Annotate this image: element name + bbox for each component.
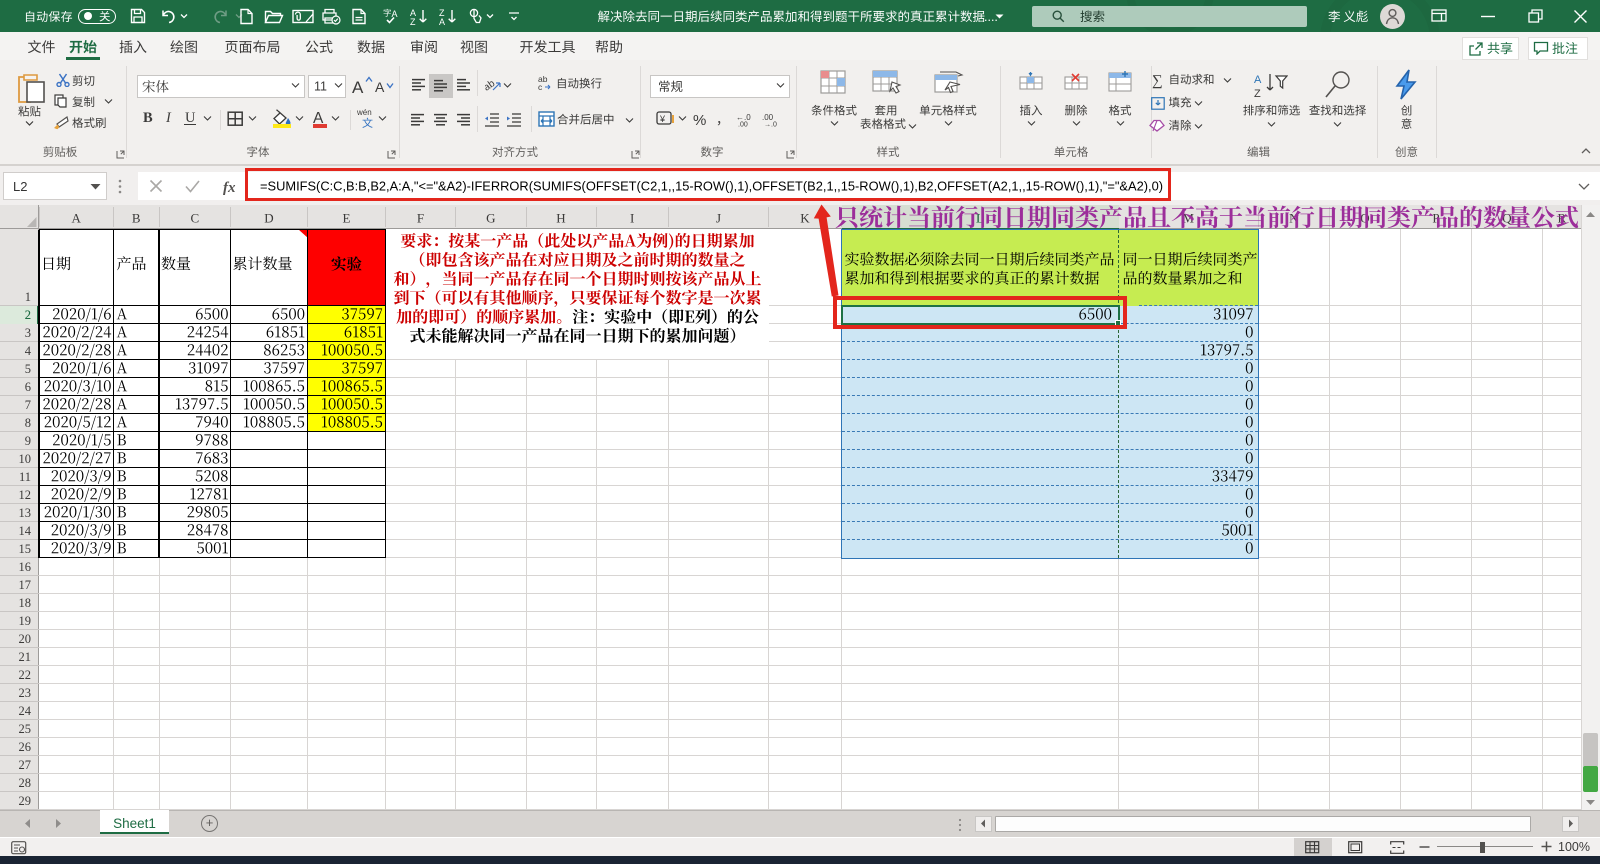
svg-text:A: A xyxy=(439,17,445,25)
svg-text:Z: Z xyxy=(410,17,416,25)
svg-text:Z: Z xyxy=(1254,88,1261,100)
svg-text:A: A xyxy=(1254,74,1262,86)
svg-text:A: A xyxy=(392,9,398,19)
svg-text:ab: ab xyxy=(485,78,497,93)
svg-text:¥: ¥ xyxy=(659,114,666,124)
svg-text:→.0: →.0 xyxy=(764,122,777,128)
svg-text:.00: .00 xyxy=(738,122,748,128)
